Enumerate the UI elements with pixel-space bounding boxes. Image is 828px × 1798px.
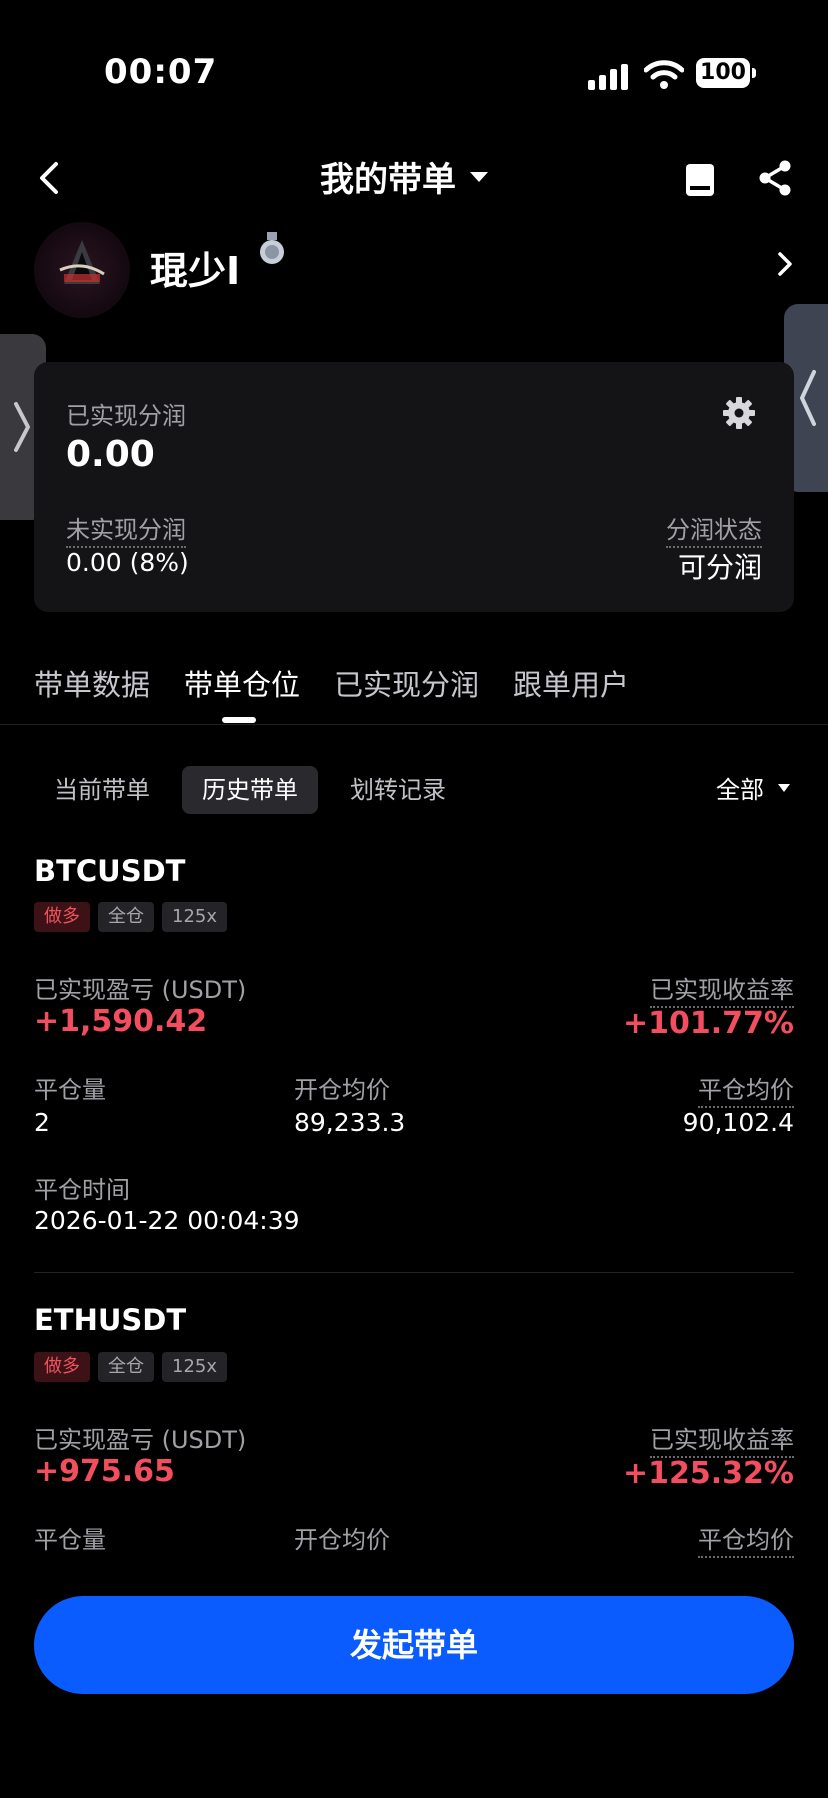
open-avg-value: 89,233.3 bbox=[294, 1108, 406, 1137]
roi-value: +125.32% bbox=[623, 1456, 794, 1491]
tabs-divider bbox=[0, 724, 828, 725]
filter-dropdown[interactable]: 全部 bbox=[716, 770, 790, 805]
avatar[interactable] bbox=[34, 222, 130, 318]
book-icon[interactable] bbox=[684, 162, 716, 198]
sub-tabs: 当前带单 历史带单 划转记录 bbox=[34, 766, 466, 814]
roi-label[interactable]: 已实现收益率 bbox=[650, 970, 794, 1008]
side-tag: 做多 bbox=[34, 1352, 90, 1382]
unrealized-share-label[interactable]: 未实现分润 bbox=[66, 510, 186, 548]
main-tabs: 带单数据 带单仓位 已实现分润 跟单用户 bbox=[34, 662, 663, 704]
roi-label[interactable]: 已实现收益率 bbox=[650, 1420, 794, 1458]
close-qty-label: 平仓量 bbox=[34, 1076, 106, 1104]
position-2-partial-row: 平仓量 开仓均价 平仓均价 bbox=[0, 1520, 828, 1564]
pnl-value: +975.65 bbox=[34, 1454, 175, 1489]
profile-name[interactable]: 琨少I bbox=[150, 240, 240, 295]
position-symbol[interactable]: BTCUSDT bbox=[34, 854, 185, 888]
page-title: 我的带单 bbox=[320, 160, 456, 200]
tab-followers[interactable]: 跟单用户 bbox=[513, 662, 629, 704]
page-title-dropdown[interactable]: 我的带单 bbox=[320, 152, 488, 201]
tab-leading-positions[interactable]: 带单仓位 bbox=[184, 662, 300, 704]
subtab-current[interactable]: 当前带单 bbox=[34, 766, 170, 814]
subtab-transfer-records[interactable]: 划转记录 bbox=[330, 766, 466, 814]
share-icon[interactable] bbox=[758, 160, 792, 196]
close-avg-label[interactable]: 平仓均价 bbox=[698, 1520, 794, 1558]
close-time-label: 平仓时间 bbox=[34, 1176, 130, 1204]
share-status-label[interactable]: 分润状态 bbox=[666, 510, 762, 548]
filter-label: 全部 bbox=[716, 776, 764, 804]
status-time: 00:07 bbox=[104, 52, 218, 92]
caret-down-icon bbox=[778, 783, 790, 792]
active-tab-indicator bbox=[222, 717, 256, 723]
chevron-right-icon[interactable] bbox=[774, 250, 796, 278]
leverage-tag: 125x bbox=[162, 902, 228, 932]
medal-icon bbox=[260, 232, 284, 264]
gear-icon[interactable] bbox=[722, 396, 756, 430]
realized-share-value: 0.00 bbox=[66, 434, 155, 475]
margin-mode-tag: 全仓 bbox=[98, 902, 154, 932]
position-tags: 做多 全仓 125x bbox=[34, 1352, 228, 1382]
wifi-icon bbox=[644, 60, 684, 89]
tab-leading-data[interactable]: 带单数据 bbox=[34, 662, 150, 704]
profit-share-summary-card: 已实现分润 0.00 未实现分润 0.00 (8%) 分润状态 可分润 bbox=[34, 362, 794, 612]
open-avg-label: 开仓均价 bbox=[294, 1076, 390, 1104]
tab-realized-share[interactable]: 已实现分润 bbox=[334, 662, 479, 704]
pnl-value: +1,590.42 bbox=[34, 1004, 208, 1039]
open-avg-label: 开仓均价 bbox=[294, 1526, 390, 1554]
close-avg-label[interactable]: 平仓均价 bbox=[698, 1070, 794, 1108]
pnl-label: 已实现盈亏 (USDT) bbox=[34, 976, 247, 1004]
position-divider bbox=[34, 1272, 794, 1273]
close-time-value: 2026-01-22 00:04:39 bbox=[34, 1206, 300, 1235]
back-chevron-icon[interactable] bbox=[34, 160, 66, 196]
realized-share-label: 已实现分润 bbox=[66, 402, 186, 430]
cellular-signal-icon bbox=[588, 64, 628, 90]
position-tags: 做多 全仓 125x bbox=[34, 902, 228, 932]
unrealized-share-value: 0.00 (8%) bbox=[66, 548, 189, 577]
close-qty-value: 2 bbox=[34, 1108, 50, 1137]
caret-down-icon bbox=[470, 171, 488, 182]
close-qty-label: 平仓量 bbox=[34, 1526, 106, 1554]
share-status-value: 可分润 bbox=[677, 551, 762, 584]
position-symbol[interactable]: ETHUSDT bbox=[34, 1303, 186, 1337]
leverage-tag: 125x bbox=[162, 1352, 228, 1382]
margin-mode-tag: 全仓 bbox=[98, 1352, 154, 1382]
battery-level: 100 bbox=[696, 58, 750, 88]
subtab-history[interactable]: 历史带单 bbox=[182, 766, 318, 814]
close-avg-value: 90,102.4 bbox=[682, 1108, 794, 1137]
start-leading-button[interactable]: 发起带单 bbox=[34, 1596, 794, 1694]
pnl-label: 已实现盈亏 (USDT) bbox=[34, 1426, 247, 1454]
roi-value: +101.77% bbox=[623, 1006, 794, 1041]
battery-indicator: 100 bbox=[696, 58, 758, 90]
side-tag: 做多 bbox=[34, 902, 90, 932]
